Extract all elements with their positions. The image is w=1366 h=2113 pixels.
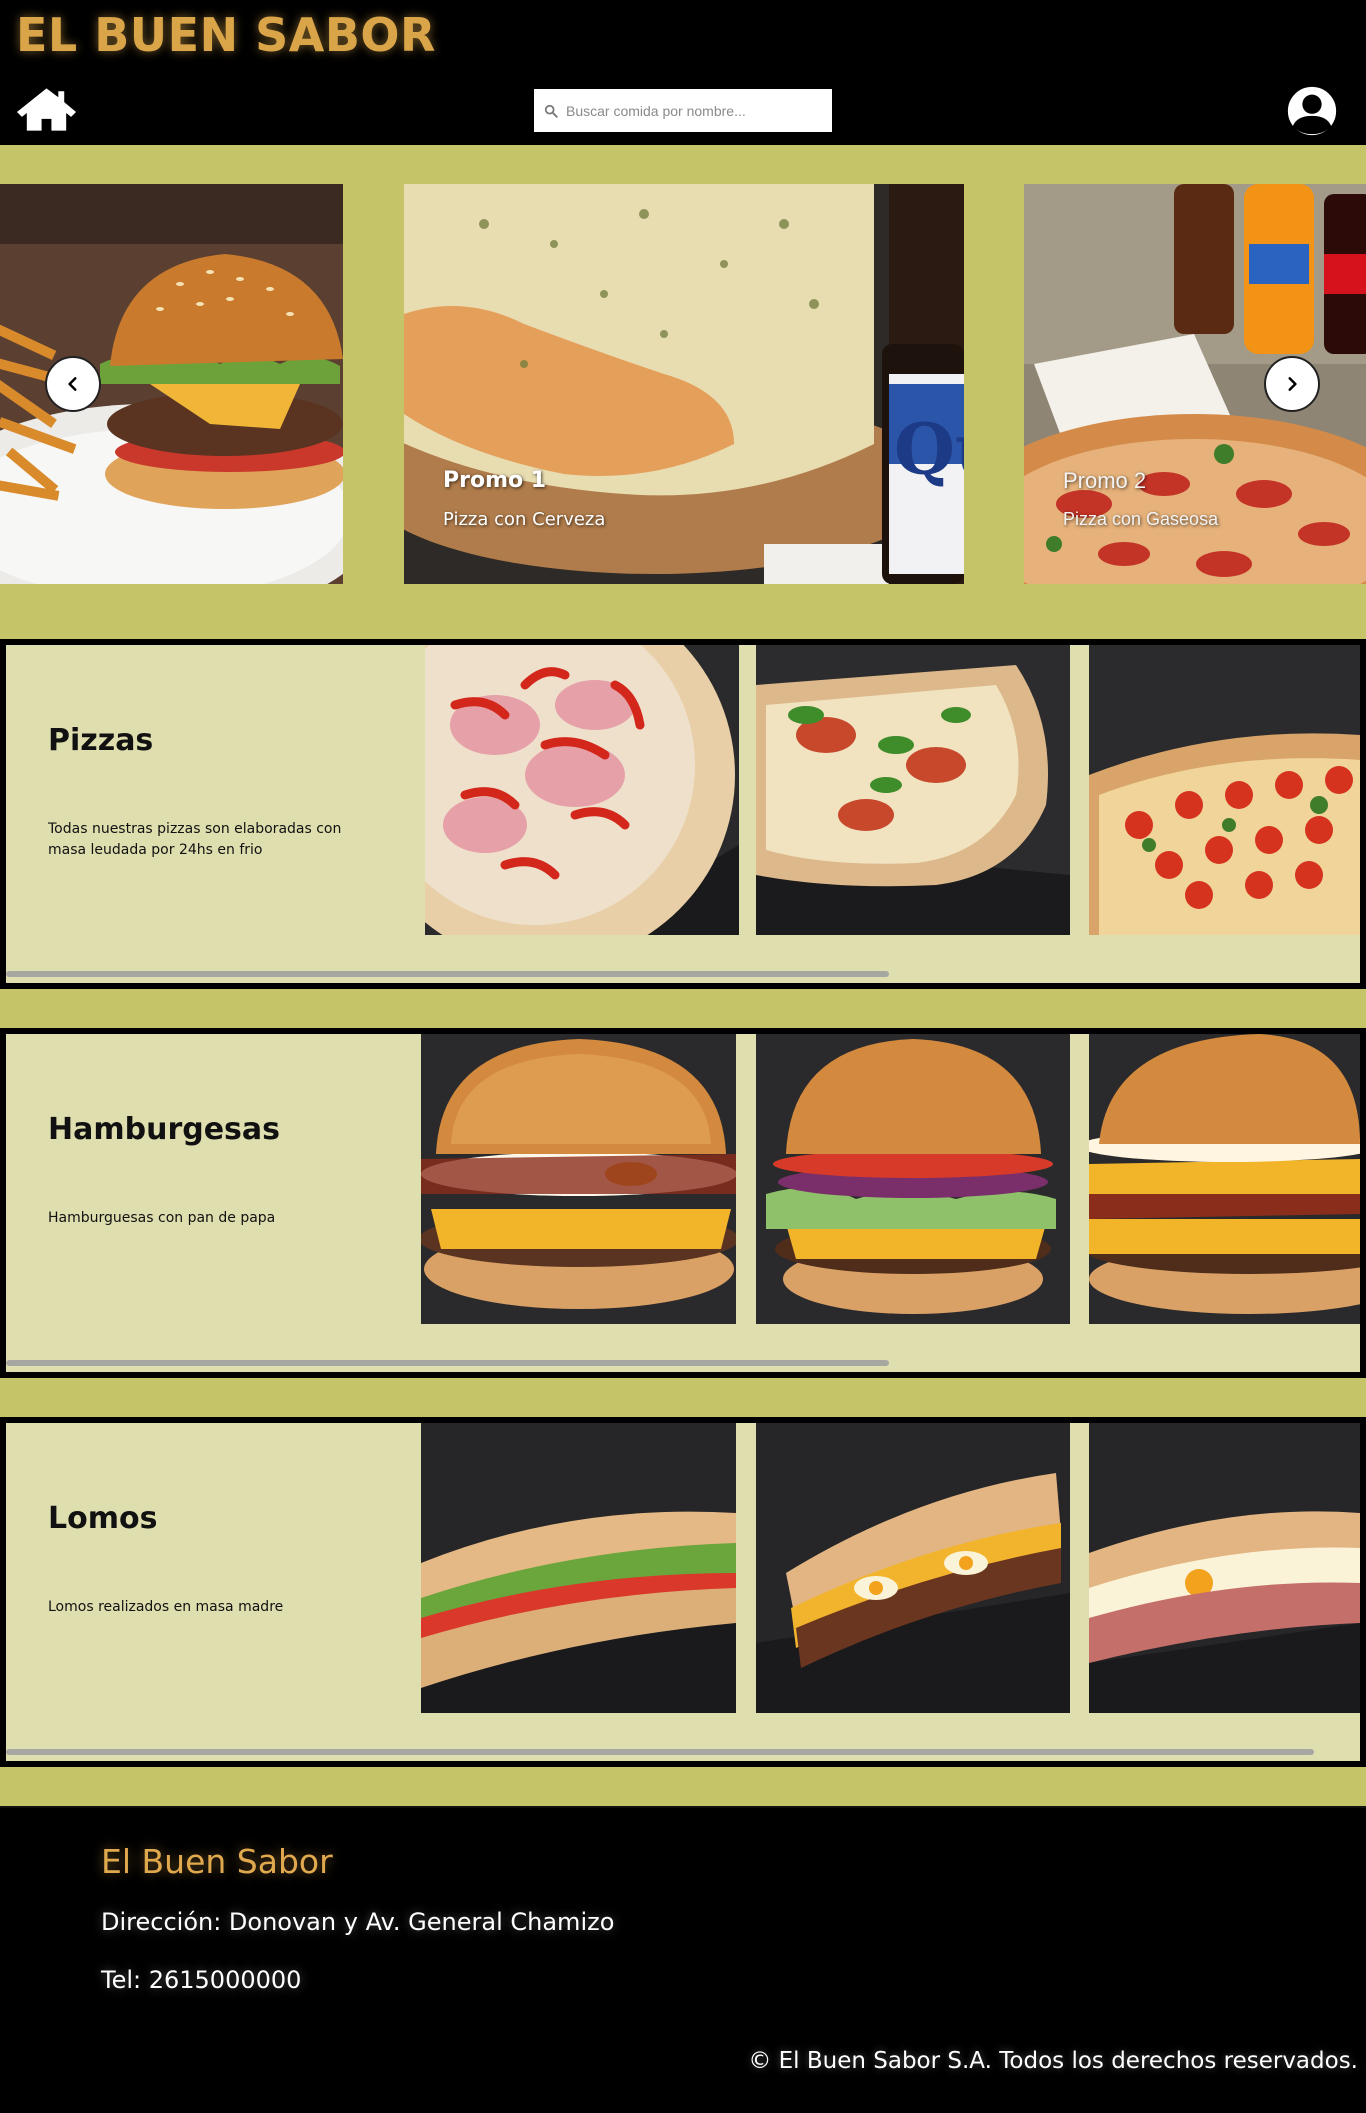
- category-description: Lomos realizados en masa madre: [48, 1599, 284, 1615]
- category-pizzas: Pizzas Todas nuestras pizzas son elabora…: [0, 639, 1366, 989]
- pizza-tomato-cherry-image: [1089, 645, 1360, 935]
- category-title: Pizzas: [48, 723, 154, 758]
- lomo-egg-cheese-image: [756, 1423, 1070, 1713]
- category-hamburgesas-card: Hamburgesas Hamburguesas con pan de papa: [6, 1034, 1360, 1372]
- burger-item-3[interactable]: [1089, 1034, 1360, 1324]
- footer-address: Dirección: Donovan y Av. General Chamizo: [101, 1908, 615, 1936]
- search-bar[interactable]: [534, 89, 832, 132]
- pizza-margherita-image: [756, 645, 1070, 935]
- burger-onion-lettuce-image: [756, 1034, 1070, 1324]
- lomo-item-3[interactable]: [1089, 1423, 1360, 1713]
- carousel-prev-button[interactable]: [45, 356, 101, 412]
- category-title: Hamburgesas: [48, 1112, 281, 1147]
- lomo-lettuce-tomato-image: [421, 1423, 736, 1713]
- category-lomos: Lomos Lomos realizados en masa madre: [0, 1417, 1366, 1767]
- promo-2-subtitle: Pizza con Gaseosa: [1063, 509, 1219, 529]
- horizontal-scrollbar[interactable]: [6, 1749, 1314, 1755]
- promo-carousel: Qu Promo 1 Pizza con Cerveza: [0, 184, 1366, 584]
- horizontal-scrollbar[interactable]: [6, 1360, 889, 1366]
- home-icon[interactable]: [15, 85, 78, 133]
- promo-1-title: Promo 1: [443, 468, 547, 493]
- horizontal-scrollbar[interactable]: [6, 971, 889, 977]
- pizza-ham-peppers-image: [425, 645, 739, 935]
- burger-item-1[interactable]: [421, 1034, 736, 1324]
- category-description: Todas nuestras pizzas son elaboradas con…: [48, 821, 342, 858]
- svg-text:Qu: Qu: [894, 408, 964, 491]
- burger-item-2[interactable]: [756, 1034, 1070, 1324]
- category-lomos-card: Lomos Lomos realizados en masa madre: [6, 1423, 1360, 1761]
- user-avatar-icon[interactable]: [1280, 84, 1344, 138]
- site-footer: El Buen Sabor Dirección: Donovan y Av. G…: [0, 1806, 1366, 2113]
- category-description: Hamburguesas con pan de papa: [48, 1210, 276, 1226]
- carousel-next-button[interactable]: [1264, 356, 1320, 412]
- search-input[interactable]: [566, 102, 816, 119]
- burger-double-cheese-image: [1089, 1034, 1360, 1324]
- site-header: EL BUEN SABOR: [0, 0, 1366, 145]
- footer-phone: Tel: 2615000000: [101, 1966, 302, 1994]
- category-title: Lomos: [48, 1501, 158, 1536]
- lomo-item-1[interactable]: [421, 1423, 736, 1713]
- footer-copyright: © El Buen Sabor S.A. Todos los derechos …: [748, 2048, 1358, 2074]
- chevron-right-icon: [1288, 377, 1297, 391]
- lomo-item-2[interactable]: [756, 1423, 1070, 1713]
- search-icon: [544, 104, 558, 118]
- category-pizzas-card: Pizzas Todas nuestras pizzas son elabora…: [6, 645, 1360, 983]
- carousel-slide-promo-1[interactable]: Qu Promo 1 Pizza con Cerveza: [404, 184, 964, 584]
- pizza-item-2[interactable]: [756, 645, 1070, 935]
- chevron-left-icon: [68, 377, 77, 391]
- brand-logo-text[interactable]: EL BUEN SABOR: [16, 8, 436, 62]
- lomo-egg-ham-image: [1089, 1423, 1360, 1713]
- promo-1-subtitle: Pizza con Cerveza: [443, 509, 606, 530]
- category-hamburgesas: Hamburgesas Hamburguesas con pan de papa: [0, 1028, 1366, 1378]
- burger-egg-bacon-image: [421, 1034, 736, 1324]
- promo-2-title: Promo 2: [1063, 468, 1147, 493]
- pizza-item-1[interactable]: [425, 645, 739, 935]
- footer-title: El Buen Sabor: [101, 1842, 333, 1881]
- pizza-item-3[interactable]: [1089, 645, 1360, 935]
